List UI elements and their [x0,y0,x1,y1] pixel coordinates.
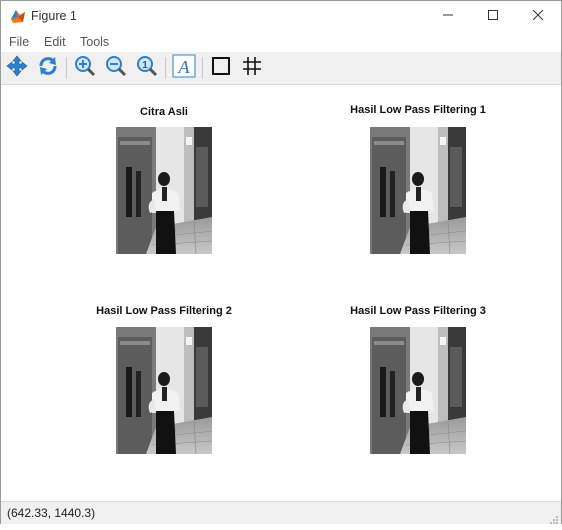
zoom-out-button[interactable] [103,55,129,81]
plot-title-2: Hasil Low Pass Filtering 1 [350,104,486,116]
figure-canvas[interactable]: Citra Asli Hasil Low Pass Filtering 1 Ha… [1,85,561,501]
svg-text:1: 1 [142,60,148,71]
box-icon [210,55,232,82]
toggle-box-button[interactable] [208,55,234,81]
pan-icon [6,55,28,82]
matlab-icon [9,7,27,25]
zoom-fit-icon: 1 [136,55,158,82]
toolbar-separator [202,57,203,79]
zoom-out-icon [105,55,127,82]
menu-file[interactable]: File [9,35,29,49]
grid-icon [241,55,263,82]
cursor-coordinates: (642.33, 1440.3) [7,506,96,520]
close-button[interactable] [515,1,561,32]
toolbar: 1 A [1,52,561,85]
resize-grip-icon[interactable] [549,512,559,524]
close-icon [532,8,544,26]
plot-image-2 [370,127,466,254]
reset-view-button[interactable] [35,55,61,81]
toggle-grid-button[interactable] [239,55,265,81]
toolbar-separator [165,57,166,79]
plot-title-1: Citra Asli [140,106,188,118]
maximize-button[interactable] [470,1,516,32]
svg-text:A: A [178,57,191,77]
plot-title-4: Hasil Low Pass Filtering 3 [350,305,486,317]
menu-bar: File Edit Tools [1,32,561,52]
window-title: Figure 1 [31,9,77,23]
menu-tools[interactable]: Tools [80,35,109,49]
pan-button[interactable] [4,55,30,81]
zoom-in-button[interactable] [72,55,98,81]
reset-icon [37,55,59,82]
minimize-button[interactable] [425,1,471,32]
plot-image-1 [116,127,212,254]
figure-window: Figure 1 File Edit Tools 1 A Citra Asli … [0,0,562,524]
zoom-in-icon [74,55,96,82]
toolbar-separator [66,57,67,79]
maximize-icon [487,8,499,26]
plot-title-3: Hasil Low Pass Filtering 2 [96,305,232,317]
plot-image-3 [116,327,212,454]
zoom-fit-button[interactable]: 1 [134,55,160,81]
text-icon: A [172,54,196,83]
status-bar: (642.33, 1440.3) [1,501,561,524]
plot-image-4 [370,327,466,454]
insert-text-button[interactable]: A [171,54,197,83]
minimize-icon [442,8,454,26]
menu-edit[interactable]: Edit [44,35,66,49]
title-bar: Figure 1 [1,1,561,32]
